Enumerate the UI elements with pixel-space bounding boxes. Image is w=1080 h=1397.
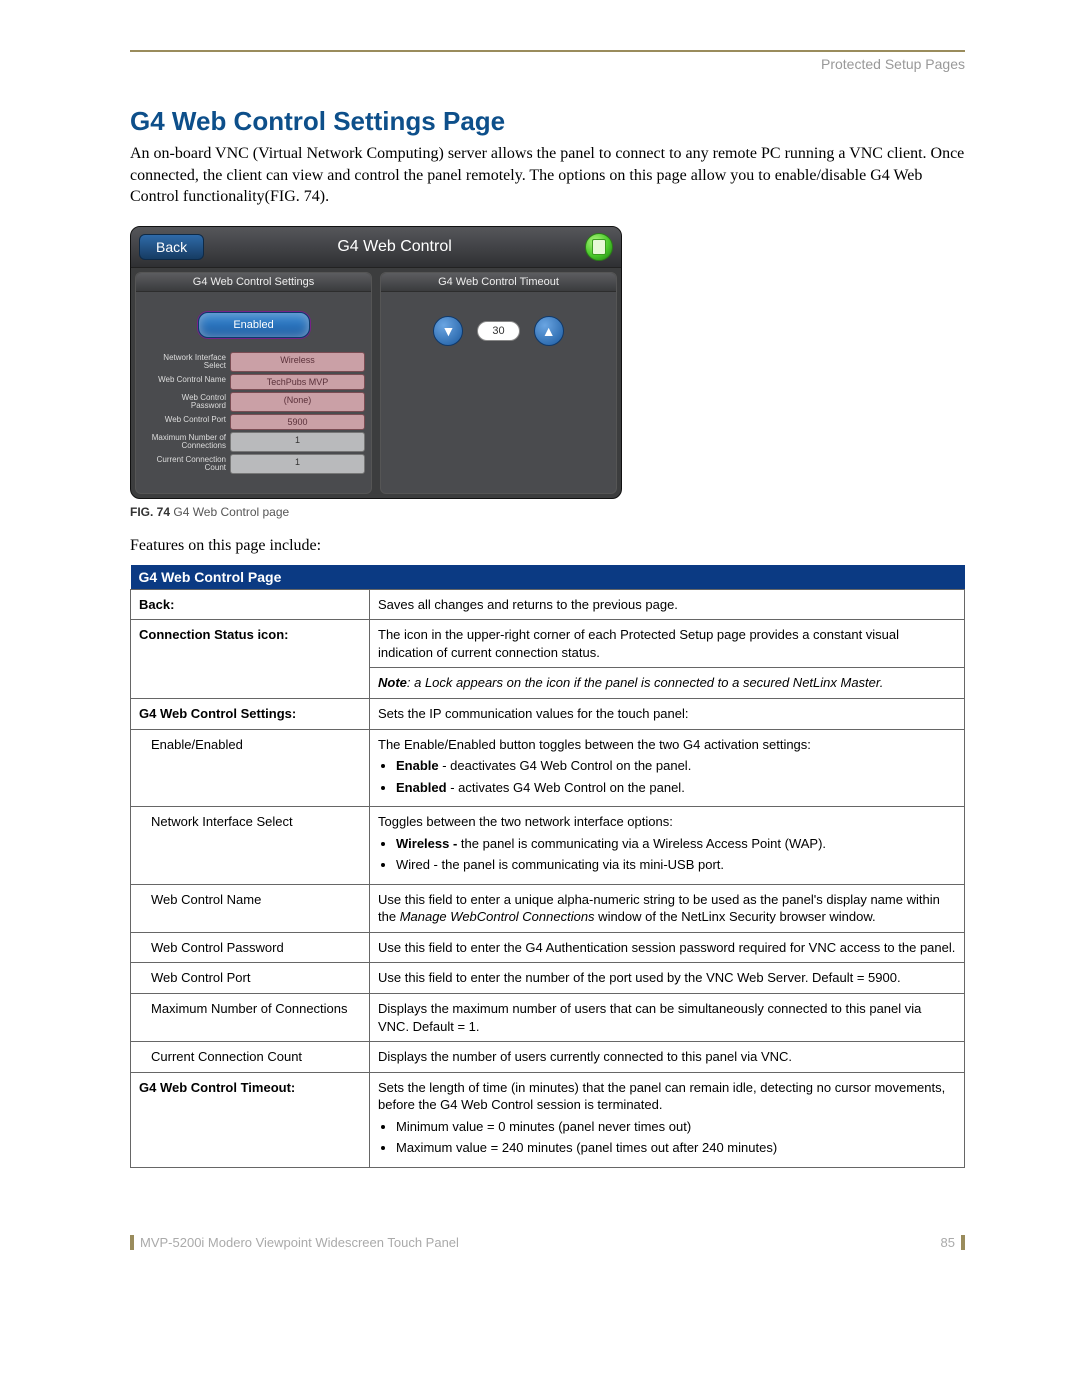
section-title: G4 Web Control Settings Page	[130, 106, 965, 137]
panel-field-value[interactable]: Wireless	[230, 352, 365, 372]
connection-status-icon	[585, 233, 613, 261]
figure-caption: FIG. 74 G4 Web Control page	[130, 505, 965, 519]
row-nis-label: Network Interface Select	[131, 807, 370, 885]
panel-field-value[interactable]: TechPubs MVP	[230, 374, 365, 390]
panel-field-label: Web Control Name	[142, 374, 230, 390]
timeout-up-icon[interactable]: ▲	[534, 316, 564, 346]
panel-field-row: Maximum Number of Connections1	[142, 432, 365, 452]
row-wcs-label: G4 Web Control Settings:	[131, 698, 370, 729]
row-wcn-label: Web Control Name	[131, 884, 370, 932]
row-nis-value: Toggles between the two network interfac…	[370, 807, 965, 885]
panel-title: G4 Web Control	[204, 238, 585, 256]
panel-field-row: Current Connection Count1	[142, 454, 365, 474]
row-max-label: Maximum Number of Connections	[131, 993, 370, 1041]
panel-field-value[interactable]: 1	[230, 454, 365, 474]
back-button[interactable]: Back	[139, 234, 204, 260]
right-col-head: G4 Web Control Timeout	[381, 273, 616, 292]
footer-page-number: 85	[941, 1235, 965, 1250]
panel-field-label: Network Interface Select	[142, 352, 230, 372]
row-wcn-value: Use this field to enter a unique alpha-n…	[370, 884, 965, 932]
enabled-toggle[interactable]: Enabled	[198, 312, 310, 338]
row-max-value: Displays the maximum number of users tha…	[370, 993, 965, 1041]
row-wcs-value: Sets the IP communication values for the…	[370, 698, 965, 729]
header-category: Protected Setup Pages	[130, 56, 965, 72]
panel-field-label: Maximum Number of Connections	[142, 432, 230, 452]
panel-field-row: Network Interface SelectWireless	[142, 352, 365, 372]
description-table: G4 Web Control Page Back: Saves all chan…	[130, 565, 965, 1168]
timeout-down-icon[interactable]: ▼	[433, 316, 463, 346]
panel-field-row: Web Control Port5900	[142, 414, 365, 430]
row-back-value: Saves all changes and returns to the pre…	[370, 589, 965, 620]
panel-field-label: Web Control Password	[142, 392, 230, 412]
row-csi-note: Note: a Lock appears on the icon if the …	[370, 668, 965, 699]
timeout-value: 30	[477, 321, 519, 341]
row-csi-value: The icon in the upper-right corner of ea…	[370, 620, 965, 668]
row-back-label: Back:	[131, 589, 370, 620]
row-to-value: Sets the length of time (in minutes) tha…	[370, 1072, 965, 1167]
panel-field-value[interactable]: (None)	[230, 392, 365, 412]
features-lead: Features on this page include:	[130, 537, 965, 555]
row-csi-label: Connection Status icon:	[131, 620, 370, 699]
section-intro: An on-board VNC (Virtual Network Computi…	[130, 143, 965, 208]
row-ccc-value: Displays the number of users currently c…	[370, 1042, 965, 1073]
panel-field-value[interactable]: 1	[230, 432, 365, 452]
row-wcport-label: Web Control Port	[131, 963, 370, 994]
figure-panel: Back G4 Web Control G4 Web Control Setti…	[130, 226, 965, 499]
panel-field-value[interactable]: 5900	[230, 414, 365, 430]
footer-product: MVP-5200i Modero Viewpoint Widescreen To…	[140, 1235, 459, 1250]
row-wcp-label: Web Control Password	[131, 932, 370, 963]
row-ccc-label: Current Connection Count	[131, 1042, 370, 1073]
left-col-head: G4 Web Control Settings	[136, 273, 371, 292]
row-wcp-value: Use this field to enter the G4 Authentic…	[370, 932, 965, 963]
row-ee-value: The Enable/Enabled button toggles betwee…	[370, 729, 965, 807]
row-ee-label: Enable/Enabled	[131, 729, 370, 807]
row-wcport-value: Use this field to enter the number of th…	[370, 963, 965, 994]
panel-field-label: Current Connection Count	[142, 454, 230, 474]
panel-field-row: Web Control NameTechPubs MVP	[142, 374, 365, 390]
page-footer: MVP-5200i Modero Viewpoint Widescreen To…	[130, 1235, 965, 1250]
row-to-label: G4 Web Control Timeout:	[131, 1072, 370, 1167]
panel-field-row: Web Control Password(None)	[142, 392, 365, 412]
panel-field-label: Web Control Port	[142, 414, 230, 430]
table-head: G4 Web Control Page	[131, 565, 965, 590]
